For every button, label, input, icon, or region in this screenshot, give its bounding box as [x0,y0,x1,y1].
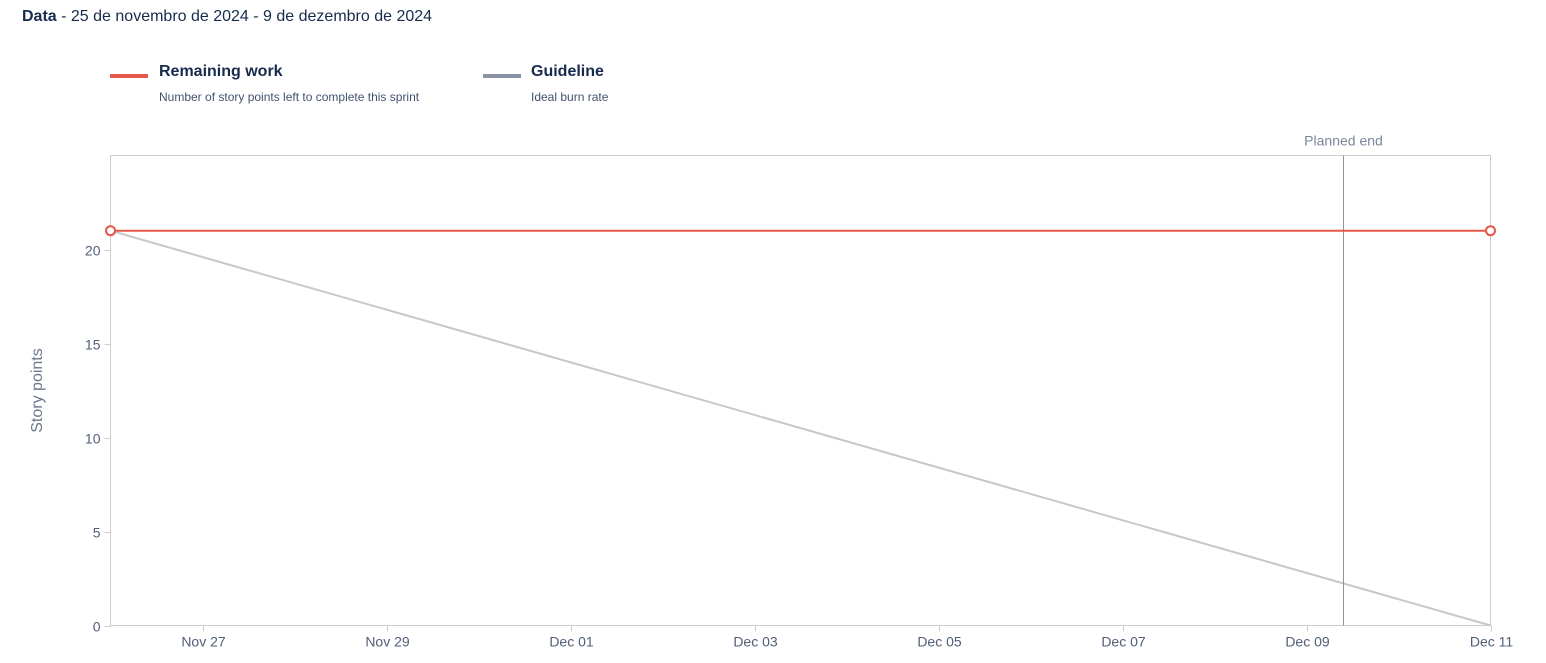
x-tick-label: Dec 07 [1101,634,1146,650]
x-tick-label: Nov 29 [365,634,410,650]
burndown-chart: 0 5 10 15 20 Nov 27 Nov 29 Dec 01 Dec 03 Dec 05 De… [29,133,1514,650]
y-axis-title: Story points [29,348,46,432]
x-tick-label: Nov 27 [181,634,226,650]
remaining-work-point [1485,225,1496,237]
planned-end-label: Planned end [1304,133,1383,149]
y-tick-label: 0 [93,619,101,635]
remaining-work-point [105,225,116,237]
x-tick-label: Dec 05 [917,634,962,650]
plot-frame [110,155,1491,626]
guideline-line [110,229,1491,627]
x-tick-label: Dec 03 [733,634,778,650]
y-tick-label: 10 [85,431,101,447]
y-tick-label: 20 [85,243,101,259]
x-tick-label: Dec 11 [1470,634,1514,650]
x-tick-label: Dec 01 [549,634,594,650]
y-tick-label: 5 [93,525,101,541]
y-tick-label: 15 [85,337,101,353]
x-tick-label: Dec 09 [1285,634,1330,650]
